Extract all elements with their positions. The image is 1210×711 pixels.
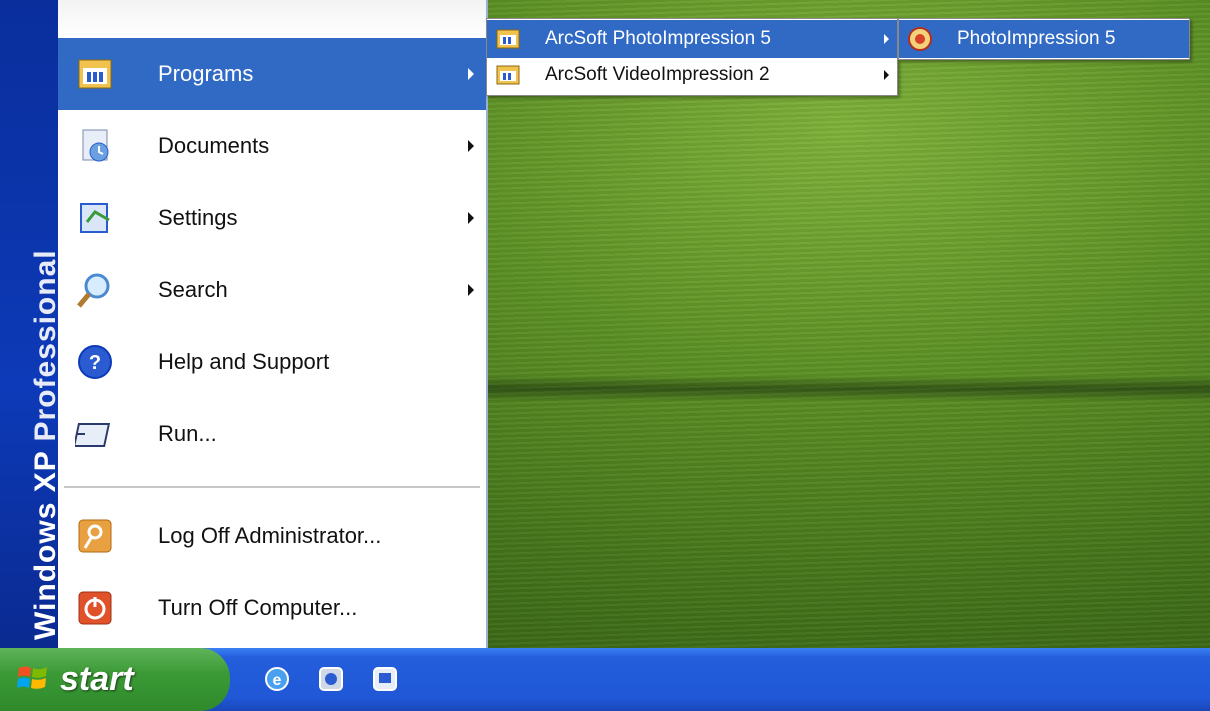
menu-item-programs[interactable]: Programs [58, 38, 486, 110]
submenu-arrow-icon [468, 212, 474, 224]
start-menu-sidebar: Windows XP Professional [0, 0, 62, 648]
submenu-arrow-icon [884, 34, 889, 44]
menu-item-label: Run... [158, 421, 217, 446]
menu-item-label: Help and Support [158, 349, 330, 374]
show-desktop-icon[interactable] [370, 664, 400, 694]
menu-item-label: Programs [158, 61, 254, 86]
submenu-item-photoimpression-5[interactable]: PhotoImpression 5 [899, 20, 1189, 58]
menu-item-run[interactable]: Run... [58, 398, 486, 470]
menu-item-search[interactable]: Search [58, 254, 486, 326]
start-menu: Programs Documents Settings Search ? Hel… [58, 0, 488, 648]
submenu-item-arcsoft-photoimpression[interactable]: ArcSoft PhotoImpression 5 [487, 20, 897, 58]
menu-top-edge [58, 0, 486, 36]
search-icon [72, 267, 118, 313]
log-off-icon [72, 513, 118, 559]
program-group-icon [495, 26, 521, 52]
taskbar: start e [0, 648, 1210, 711]
menu-item-label: Documents [158, 133, 270, 158]
submenu-arrow-icon [884, 70, 889, 80]
start-button[interactable]: start [0, 648, 230, 711]
menu-item-label: Turn Off Computer... [158, 595, 358, 620]
submenu-item-label: ArcSoft VideoImpression 2 [545, 64, 770, 85]
submenu-arrow-icon [468, 140, 474, 152]
submenu-item-label: PhotoImpression 5 [957, 28, 1116, 49]
menu-item-label: Search [158, 277, 228, 302]
programs-icon [72, 51, 118, 97]
submenu-arrow-icon [468, 68, 474, 80]
program-group-icon [495, 62, 521, 88]
menu-item-log-off[interactable]: Log Off Administrator... [58, 500, 486, 572]
internet-explorer-icon[interactable]: e [262, 664, 292, 694]
programs-submenu: ArcSoft PhotoImpression 5 ArcSoft VideoI… [486, 18, 898, 96]
menu-item-settings[interactable]: Settings [58, 182, 486, 254]
menu-item-documents[interactable]: Documents [58, 110, 486, 182]
documents-icon [72, 123, 118, 169]
svg-text:e: e [273, 672, 282, 689]
submenu-arrow-icon [468, 284, 474, 296]
menu-item-help-and-support[interactable]: ? Help and Support [58, 326, 486, 398]
windows-logo-icon [16, 662, 50, 696]
menu-item-label: Log Off Administrator... [158, 523, 382, 548]
power-icon [72, 585, 118, 631]
photoimpression-submenu: PhotoImpression 5 [898, 18, 1190, 60]
start-button-label: start [60, 660, 134, 698]
menu-item-turn-off-computer[interactable]: Turn Off Computer... [58, 572, 486, 644]
submenu-item-label: ArcSoft PhotoImpression 5 [545, 28, 771, 49]
media-player-icon[interactable] [316, 664, 346, 694]
photoimpression-app-icon [907, 26, 933, 52]
menu-separator [64, 486, 480, 488]
menu-item-label: Settings [158, 205, 238, 230]
help-icon: ? [72, 339, 118, 385]
run-icon [72, 411, 118, 457]
svg-text:?: ? [89, 352, 101, 374]
submenu-item-arcsoft-videoimpression[interactable]: ArcSoft VideoImpression 2 [487, 56, 897, 94]
settings-icon [72, 195, 118, 241]
